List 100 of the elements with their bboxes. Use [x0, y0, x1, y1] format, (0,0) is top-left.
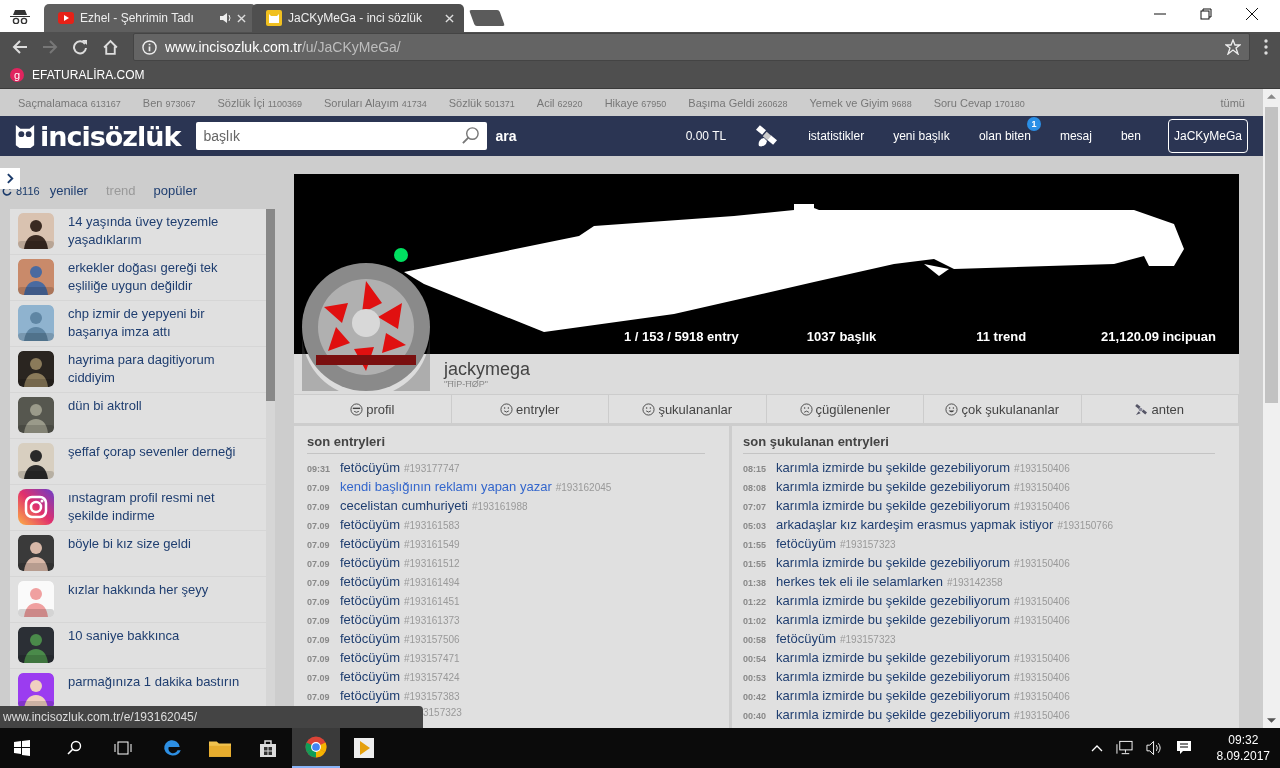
entry-link[interactable]: fetöcüyüm: [340, 612, 400, 627]
entry-link[interactable]: karımla izmirde bu şekilde gezebiliyorum: [776, 460, 1011, 475]
menu-icon[interactable]: [1264, 39, 1268, 55]
nav-link[interactable]: olan biten: [978, 129, 1031, 143]
nav-link[interactable]: istatistikler: [808, 129, 865, 143]
entry-link[interactable]: fetöcüyüm: [340, 650, 400, 665]
search-icon[interactable]: [66, 740, 82, 756]
profile-tab[interactable]: entryler: [451, 395, 609, 423]
entry-link[interactable]: karımla izmirde bu şekilde gezebiliyorum: [776, 593, 1011, 608]
sidebar-tab[interactable]: popüler: [153, 183, 197, 198]
entry-link[interactable]: arkadaşlar kız kardeşim erasmus yapmak istiyor: [776, 517, 1054, 532]
topic-item[interactable]: erkekler doğası gereği tek eşliliğe uygun değildir: [10, 255, 266, 301]
topic-item[interactable]: şeffaf çorap sevenler derneği: [10, 439, 266, 485]
address-bar[interactable]: www.incisozluk.com.tr/u/JaCKyMeGa/: [133, 33, 1250, 61]
entry-link[interactable]: kendi başlığının reklamı yapan yazar: [340, 479, 552, 494]
entry-link[interactable]: fetöcüyüm: [340, 669, 400, 684]
entry-number: #193150406: [1014, 710, 1070, 721]
topic-item[interactable]: 14 yaşında üvey teyzemle yaşadıklarım: [10, 209, 266, 255]
entry-time: 00:40: [743, 711, 768, 721]
topic-item[interactable]: dün bi aktroll: [10, 393, 266, 439]
profile-tab[interactable]: çok şukulananlar: [924, 395, 1082, 423]
windows-start-icon[interactable]: [14, 740, 30, 756]
home-icon[interactable]: [102, 38, 119, 56]
browser-tab[interactable]: JaCKyMeGa - inci sözlük: [252, 4, 464, 32]
profile-tab[interactable]: çügülenenler: [766, 395, 924, 423]
star-icon[interactable]: [1225, 39, 1241, 55]
chevron-up-icon[interactable]: [1090, 744, 1103, 752]
entry-number: #193157383: [404, 691, 460, 702]
back-icon[interactable]: [12, 39, 28, 55]
entry-link[interactable]: fetöcüyüm: [776, 631, 836, 646]
nav-link[interactable]: ben: [1120, 129, 1141, 143]
task-view-icon[interactable]: [114, 740, 132, 756]
close-icon[interactable]: [1246, 8, 1258, 20]
entry-number: #193150406: [1014, 482, 1070, 493]
topic-item[interactable]: ınstagram profil resmi net şekilde indirme: [10, 485, 266, 531]
topic-item[interactable]: kızlar hakkında her şeyy: [10, 577, 266, 623]
topic-item[interactable]: böyle bi kız size geldi: [10, 531, 266, 577]
satellite-icon[interactable]: [755, 124, 780, 148]
entry-link[interactable]: karımla izmirde bu şekilde gezebiliyorum: [776, 669, 1011, 684]
network-icon[interactable]: [1115, 740, 1133, 756]
entry-link[interactable]: fetöcüyüm: [340, 536, 400, 551]
entry-number: #193150406: [1014, 691, 1070, 702]
topic-item[interactable]: 10 saniye bakkınca: [10, 623, 266, 669]
entry-link[interactable]: karımla izmirde bu şekilde gezebiliyorum: [776, 479, 1011, 494]
sidebar-tab[interactable]: yeniler: [49, 183, 88, 198]
entry-link[interactable]: karımla izmirde bu şekilde gezebiliyorum: [776, 555, 1011, 570]
entry-time: 01:02: [743, 616, 768, 626]
clock-date[interactable]: 8.09.2017: [1216, 748, 1270, 764]
entry-time: 07.09: [307, 635, 331, 645]
search-button[interactable]: ara: [495, 128, 517, 144]
clock-time[interactable]: 09:32: [1228, 732, 1259, 748]
entry-time: 07.09: [307, 502, 331, 512]
profile-tab[interactable]: şukulananlar: [609, 395, 767, 423]
scrollbar-thumb[interactable]: [1265, 107, 1278, 403]
nav-link[interactable]: yeni başlık: [893, 129, 950, 143]
entry-time: 08:08: [743, 483, 768, 493]
owl-icon: [266, 10, 282, 26]
entry-link[interactable]: fetöcüyüm: [776, 536, 836, 551]
bookmark[interactable]: g EFATURALİRA.COM: [10, 68, 145, 82]
reload-icon[interactable]: [72, 39, 88, 55]
entry-number: #193161451: [404, 596, 460, 607]
sidebar-toggle[interactable]: [0, 168, 20, 189]
entry-link[interactable]: cecelistan cumhuriyeti: [340, 498, 468, 513]
topic-item[interactable]: chp izmir de yepyeni bir başarıya imza attı: [10, 301, 266, 347]
entry-link[interactable]: fetöcüyüm: [340, 574, 400, 589]
search-field[interactable]: başlık: [195, 122, 487, 150]
entry-link[interactable]: fetöcüyüm: [340, 593, 400, 608]
entry-link[interactable]: karımla izmirde bu şekilde gezebiliyorum: [776, 650, 1011, 665]
entry-link[interactable]: fetöcüyüm: [340, 517, 400, 532]
restore-icon[interactable]: [1200, 8, 1212, 20]
entry-link[interactable]: fetöcüyüm: [340, 688, 400, 703]
entry-link[interactable]: fetöcüyüm: [340, 460, 400, 475]
volume-icon[interactable]: [1145, 740, 1163, 756]
play-icon: [354, 738, 374, 758]
profile-tab[interactable]: profil: [294, 395, 452, 423]
speaker-icon[interactable]: [219, 12, 231, 24]
entry-link[interactable]: karımla izmirde bu şekilde gezebiliyorum: [776, 612, 1011, 627]
site-logo[interactable]: incisözlük: [14, 120, 181, 152]
balance-text[interactable]: 0.00 TL: [685, 129, 727, 143]
entry-time: 07.09: [307, 673, 331, 683]
entry-number: #193150766: [1057, 520, 1114, 531]
entry-link[interactable]: karımla izmirde bu şekilde gezebiliyorum: [776, 688, 1011, 703]
profile-tab[interactable]: anten: [1081, 395, 1239, 423]
notification-icon[interactable]: [1175, 740, 1192, 756]
entry-time: 00:58: [743, 635, 768, 645]
entry-link[interactable]: fetöcüyüm: [340, 555, 400, 570]
entry-link[interactable]: fetöcüyüm: [340, 631, 400, 646]
scrollbar-thumb[interactable]: [266, 209, 275, 401]
entry-link[interactable]: herkes tek eli ile selamlarken: [776, 574, 943, 589]
new-tab-button[interactable]: [469, 10, 505, 26]
nav-link[interactable]: mesaj: [1059, 129, 1092, 143]
entry-number: #193150406: [1014, 615, 1070, 626]
entry-link[interactable]: karımla izmirde bu şekilde gezebiliyorum: [776, 707, 1011, 722]
topic-item[interactable]: hayrima para dagitiyorum ciddiyim: [10, 347, 266, 393]
scroll-up-icon[interactable]: [1267, 93, 1276, 99]
scroll-down-icon[interactable]: [1267, 718, 1276, 724]
taskbar-app[interactable]: [292, 728, 340, 768]
entry-link[interactable]: karımla izmirde bu şekilde gezebiliyorum: [776, 498, 1011, 513]
refresh-icon[interactable]: [2, 186, 12, 196]
user-button[interactable]: JaCKyMeGa: [1167, 119, 1248, 153]
